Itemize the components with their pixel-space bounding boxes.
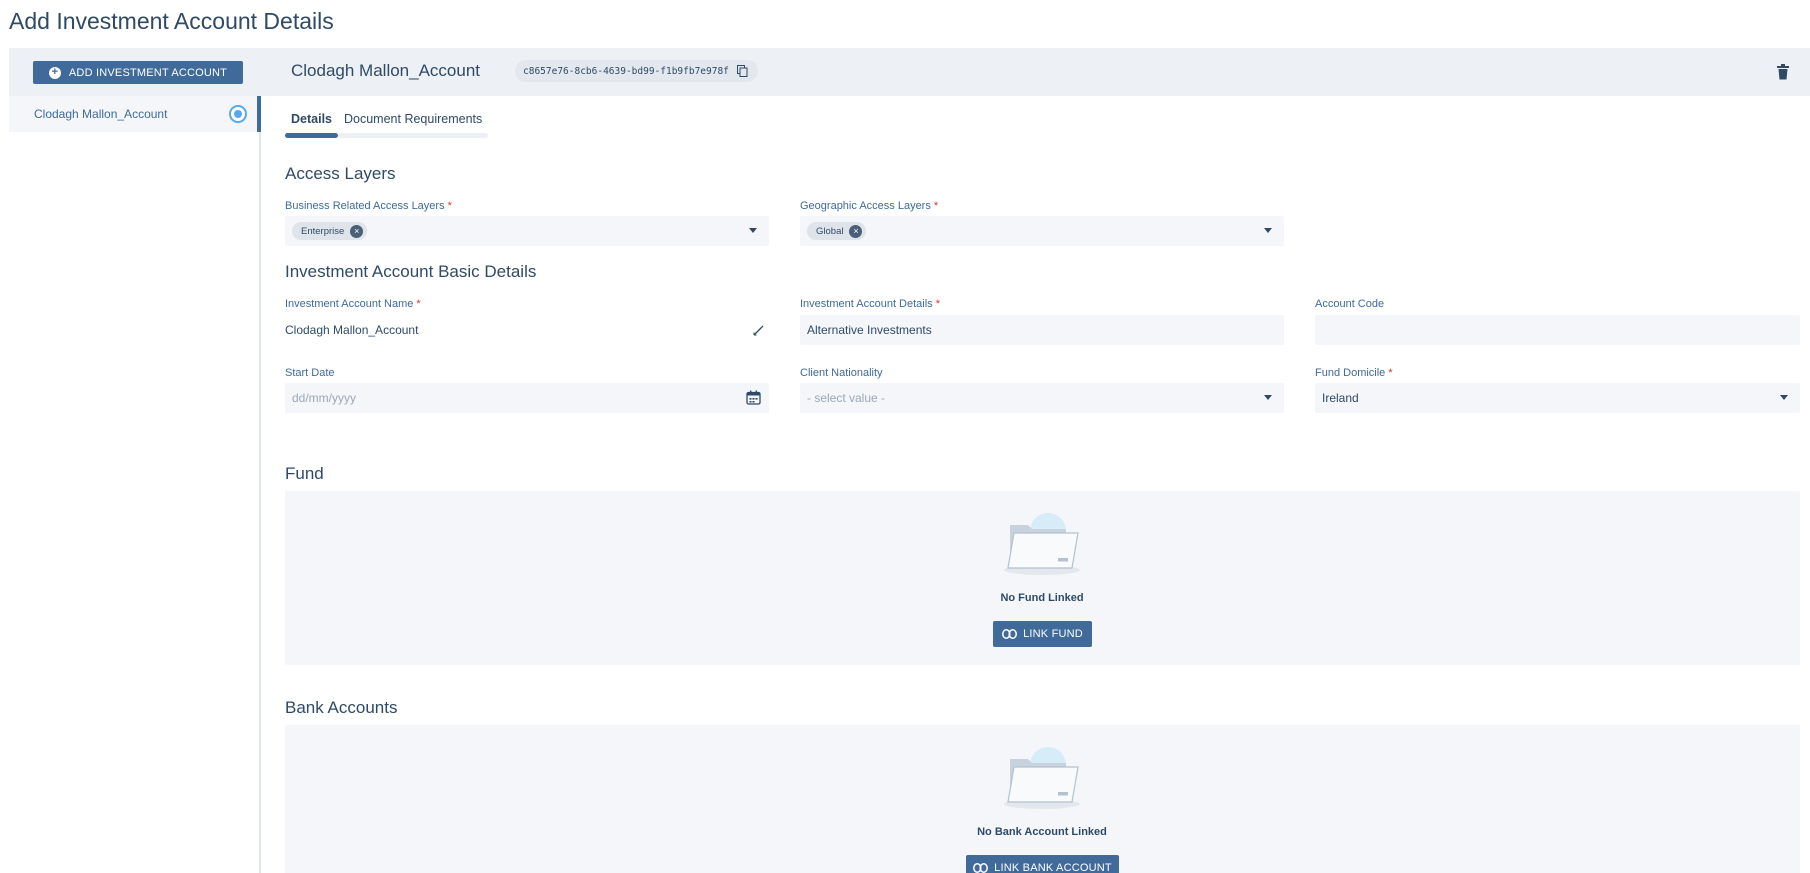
fund-domicile-label: Fund Domicile * [1315,367,1393,379]
start-date-placeholder: dd/mm/yyyy [292,391,357,405]
geographic-access-layers-label-text: Geographic Access Layers [800,200,931,212]
delete-icon[interactable] [1776,64,1790,80]
plus-circle-icon: + [48,66,61,79]
required-marker: * [933,200,939,212]
account-code-label: Account Code [1315,298,1385,310]
fund-domicile-label-text: Fund Domicile [1315,367,1386,379]
fund-empty-panel: No Fund Linked LINK FUND [285,491,1800,665]
chip-label: Enterprise [301,225,345,237]
bank-accounts-heading: Bank Accounts [285,698,398,717]
access-layer-chip: Enterprise × [292,222,368,240]
account-name-label-text: Investment Account Name [285,298,414,310]
client-nationality-placeholder: - select value - [807,391,886,405]
add-investment-account-button[interactable]: + ADD INVESTMENT ACCOUNT [33,61,243,84]
selected-radio-icon[interactable] [229,105,247,123]
empty-folder-icon [1004,747,1080,809]
required-marker: * [1388,367,1393,379]
copy-icon[interactable] [736,65,748,77]
sidebar-item-label: Clodagh Mallon_Account [34,107,168,121]
account-id-text: c8657e76-8cb6-4639-bd99-f1b9fb7e978f [523,65,729,77]
account-header-bar: + ADD INVESTMENT ACCOUNT Clodagh Mallon_… [9,48,1810,96]
start-date-label: Start Date [285,367,335,379]
empty-folder-icon [1004,513,1080,575]
access-layer-chip: Global × [807,222,867,240]
dropdown-caret-icon[interactable] [1264,395,1272,400]
edit-icon[interactable] [753,324,765,336]
required-marker: * [416,298,421,310]
access-layers-heading: Access Layers [285,164,396,183]
calendar-icon[interactable] [746,390,761,405]
tab-details-underline [285,133,338,138]
tab-document-requirements[interactable]: Document Requirements [338,110,489,138]
fund-domicile-value: Ireland [1322,391,1359,405]
client-nationality-label: Client Nationality [800,367,883,379]
account-title: Clodagh Mallon_Account [291,61,481,80]
account-details-value: Alternative Investments [807,323,932,337]
business-access-layers-label: Business Related Access Layers * [285,200,452,212]
link-icon [973,863,989,873]
client-nationality-select[interactable]: - select value - [800,383,1284,413]
tab-bar: Details Document Requirements [285,110,489,138]
tab-document-requirements-underline [338,133,489,138]
chip-remove-icon[interactable]: × [350,224,364,238]
dropdown-caret-icon[interactable] [1264,228,1272,233]
add-investment-account-label: ADD INVESTMENT ACCOUNT [68,66,228,79]
fund-empty-text: No Fund Linked [1000,592,1084,604]
link-fund-button[interactable]: LINK FUND [993,621,1092,647]
tab-details-label: Details [291,112,332,126]
required-marker: * [935,298,940,310]
account-name-value: Clodagh Mallon_Account [285,323,419,337]
link-bank-account-button[interactable]: LINK BANK ACCOUNT [966,855,1119,873]
tab-details[interactable]: Details [285,110,338,138]
fund-domicile-select[interactable]: Ireland [1315,383,1800,413]
dropdown-caret-icon[interactable] [749,228,757,233]
business-access-layers-select[interactable]: Enterprise × [285,216,769,246]
chip-remove-icon[interactable]: × [849,224,863,238]
required-marker: * [447,200,452,212]
sidebar-active-indicator [257,96,261,132]
basic-details-heading: Investment Account Basic Details [285,262,537,281]
tab-document-requirements-label: Document Requirements [344,112,483,126]
geographic-access-layers-label: Geographic Access Layers * [800,200,938,212]
start-date-input[interactable]: dd/mm/yyyy [285,383,769,413]
account-code-input[interactable] [1315,315,1800,345]
dropdown-caret-icon[interactable] [1780,395,1788,400]
page-title: Add Investment Account Details [9,8,334,34]
sidebar-divider [259,96,261,873]
account-details-label-text: Investment Account Details [800,298,933,310]
chip-label: Global [816,225,844,237]
link-icon [1002,629,1018,639]
link-bank-account-label: LINK BANK ACCOUNT [994,862,1112,873]
account-details-input[interactable]: Alternative Investments [800,315,1284,345]
account-details-label: Investment Account Details * [800,298,940,310]
bank-accounts-empty-panel: No Bank Account Linked LINK BANK ACCOUNT [285,725,1800,873]
fund-heading: Fund [285,464,324,483]
link-fund-label: LINK FUND [1023,628,1083,640]
account-id-badge: c8657e76-8cb6-4639-bd99-f1b9fb7e978f [515,60,758,82]
bank-accounts-empty-text: No Bank Account Linked [977,826,1107,838]
account-name-label: Investment Account Name * [285,298,421,310]
geographic-access-layers-select[interactable]: Global × [800,216,1284,246]
business-access-layers-label-text: Business Related Access Layers [285,200,445,212]
account-name-input[interactable]: Clodagh Mallon_Account [285,315,769,345]
sidebar-item-account[interactable]: Clodagh Mallon_Account [9,96,259,132]
